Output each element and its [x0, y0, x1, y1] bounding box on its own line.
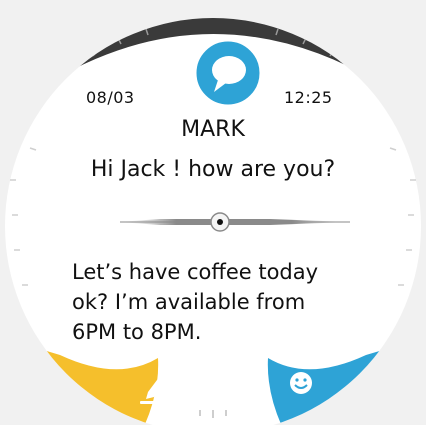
smiley-icon[interactable]: [290, 372, 312, 394]
message-body[interactable]: Let’s have coffee today ok? I’m availabl…: [72, 257, 412, 347]
watch-face: [5, 18, 421, 425]
message-preview: Hi Jack ! how are you?: [90, 157, 336, 182]
message-body-line: ok? I’m available from: [72, 290, 306, 314]
chat-bubble-icon[interactable]: [193, 38, 263, 108]
message-date: 08/03: [86, 88, 135, 107]
message-body-line: Let’s have coffee today: [72, 260, 319, 284]
message-time: 12:25: [284, 88, 333, 107]
sender-name: MARK: [181, 117, 245, 142]
slider-knob-dot: [217, 219, 223, 225]
message-body-line: 6PM to 8PM.: [72, 320, 202, 344]
watch-screen: 08/03 12:25 MARK Hi Jack ! how are you? …: [0, 0, 426, 425]
